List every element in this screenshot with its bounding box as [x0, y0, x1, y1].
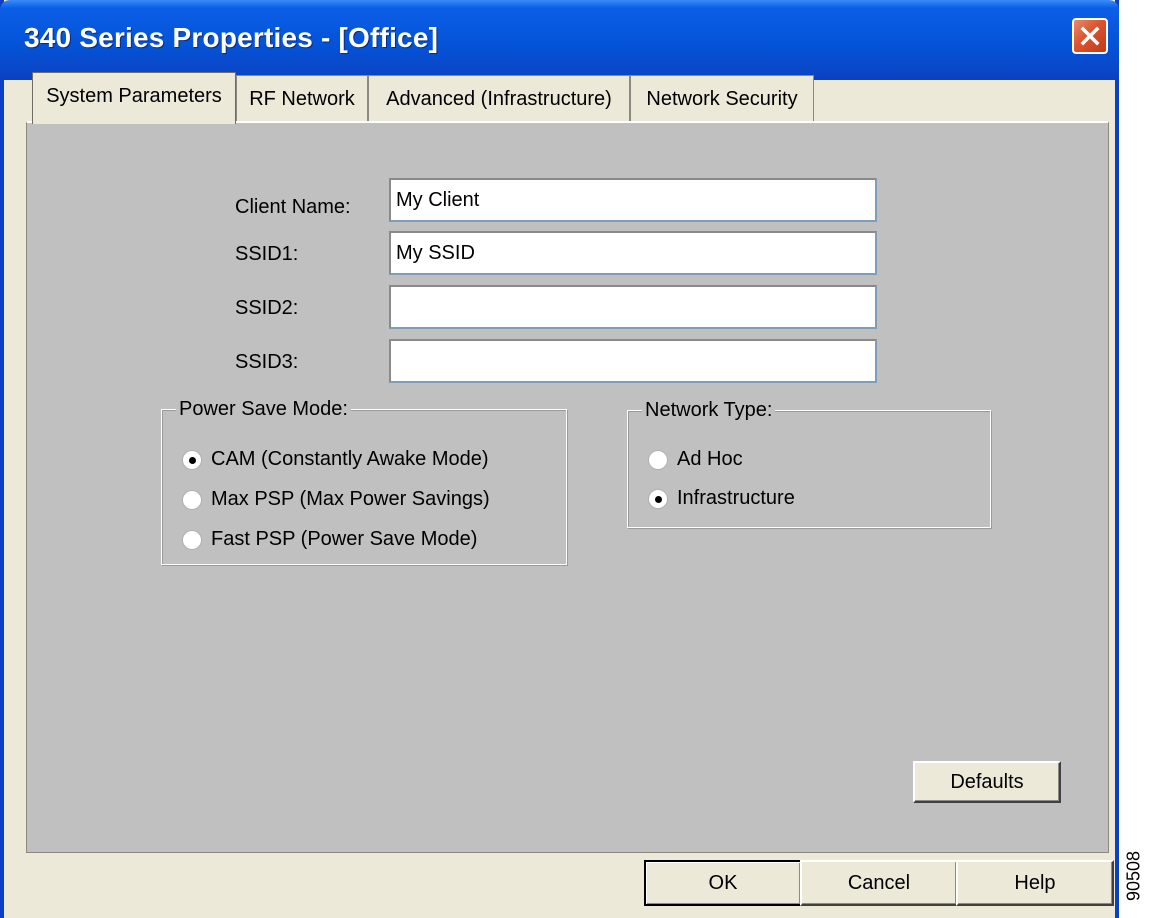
- cancel-button[interactable]: Cancel: [800, 860, 958, 906]
- radio-button[interactable]: [182, 530, 202, 550]
- radio-button[interactable]: [648, 489, 668, 509]
- ok-button[interactable]: OK: [644, 860, 802, 906]
- tab-network-security[interactable]: Network Security: [630, 75, 814, 121]
- radio-label: Infrastructure: [677, 487, 795, 509]
- power-save-mode-title: Power Save Mode:: [176, 398, 351, 421]
- figure-id: 90508: [1114, 834, 1152, 918]
- tab-label: Network Security: [646, 88, 798, 110]
- tab-rf-network[interactable]: RF Network: [236, 75, 368, 121]
- radio-button[interactable]: [182, 490, 202, 510]
- window-title: 340 Series Properties - [Office]: [24, 22, 439, 53]
- tab-system-parameters[interactable]: System Parameters: [32, 72, 236, 124]
- ssid1-input[interactable]: [389, 231, 877, 275]
- ssid3-input[interactable]: [389, 339, 877, 383]
- tab-label: Advanced (Infrastructure): [386, 88, 612, 110]
- ssid1-label: SSID1:: [235, 243, 299, 265]
- title-bar[interactable]: 340 Series Properties - [Office]: [0, 0, 1119, 80]
- close-button[interactable]: [1072, 18, 1108, 54]
- radio-button[interactable]: [182, 450, 202, 470]
- ssid2-input[interactable]: [389, 285, 877, 329]
- close-icon: [1080, 26, 1100, 46]
- client-name-label: Client Name:: [235, 196, 351, 218]
- radio-button[interactable]: [648, 450, 668, 470]
- power-save-mode-group: Power Save Mode: CAM (Constantly Awake M…: [161, 398, 567, 565]
- system-parameters-panel: Client Name: SSID1: SSID2: SSID3: Power …: [26, 121, 1109, 853]
- radio-selected-dot: [189, 457, 196, 464]
- ssid3-label: SSID3:: [235, 351, 299, 373]
- client-name-input[interactable]: [389, 178, 877, 222]
- figure-id-text: 90508: [1123, 850, 1144, 902]
- tab-label: System Parameters: [46, 85, 222, 107]
- tab-advanced-infrastructure[interactable]: Advanced (Infrastructure): [368, 75, 630, 121]
- properties-dialog: 340 Series Properties - [Office] System …: [0, 0, 1119, 918]
- network-type-group: Network Type: Ad Hoc Infrastructure: [627, 399, 991, 528]
- radio-selected-dot: [655, 496, 662, 503]
- radio-label: Max PSP (Max Power Savings): [211, 488, 490, 510]
- network-type-title: Network Type:: [642, 399, 776, 422]
- radio-label: Ad Hoc: [677, 448, 743, 470]
- defaults-button[interactable]: Defaults: [913, 761, 1061, 803]
- help-button[interactable]: Help: [956, 860, 1114, 906]
- tab-label: RF Network: [249, 88, 355, 110]
- radio-label: Fast PSP (Power Save Mode): [211, 528, 478, 550]
- radio-label: CAM (Constantly Awake Mode): [211, 448, 489, 470]
- ssid2-label: SSID2:: [235, 297, 299, 319]
